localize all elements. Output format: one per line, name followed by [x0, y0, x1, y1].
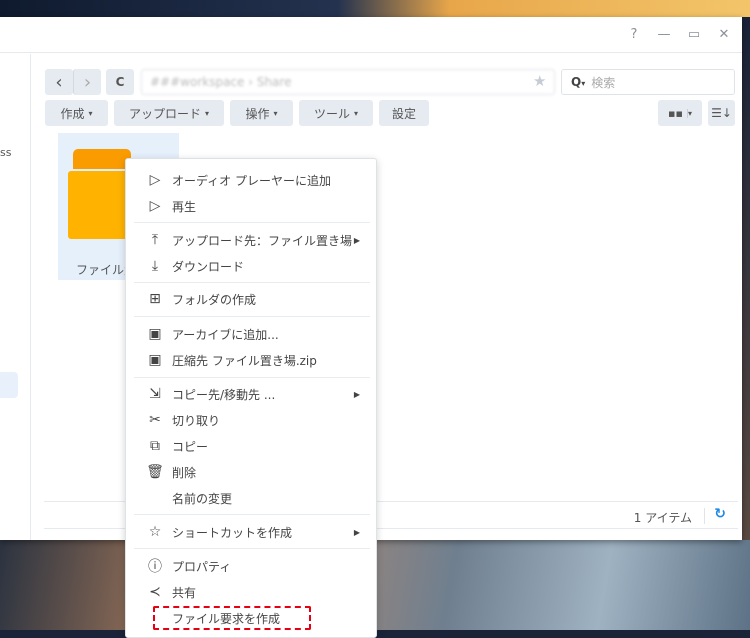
compress-to-zip-icon: ▣	[148, 352, 162, 368]
menu-item-label: ショートカットを作成	[172, 525, 293, 540]
grid-view-icon: ▪▪	[668, 106, 683, 120]
menu-separator	[134, 377, 370, 378]
menu-item-copy-move-to[interactable]: ⇲ コピー先/移動先 ... ▶	[126, 381, 376, 407]
action-button[interactable]: 操作 ▾	[230, 100, 293, 126]
menu-item-label: ダウンロード	[172, 259, 245, 274]
menu-item-create-shortcut[interactable]: ☆ ショートカットを作成 ▶	[126, 519, 376, 545]
menu-item-download[interactable]: ⤓ ダウンロード	[126, 253, 376, 279]
sidebar-item-label[interactable]: ss	[0, 146, 11, 159]
favorite-star-icon[interactable]: ★	[533, 72, 546, 90]
menu-item-copy[interactable]: ⧉ コピー	[126, 433, 376, 459]
search-icon[interactable]: Q▾	[571, 75, 585, 89]
play-icon: ▷	[149, 198, 161, 214]
menu-separator	[134, 514, 370, 515]
chevron-down-icon: ▾	[88, 108, 93, 118]
menu-item-label: アップロード先：ファイル置き場	[172, 233, 353, 248]
search-placeholder: 検索	[591, 75, 616, 90]
sidebar: ss	[0, 54, 31, 540]
desktop-wallpaper-top	[0, 0, 750, 17]
menu-item-add-to-archive[interactable]: ▣ アーカイブに追加...	[126, 321, 376, 347]
menu-item-label: コピー	[172, 439, 209, 454]
menu-item-add-to-audio-player[interactable]: ▷ オーディオ プレーヤーに追加	[126, 167, 376, 193]
tools-button[interactable]: ツール ▾	[299, 100, 373, 126]
submenu-arrow-icon: ▶	[353, 389, 360, 399]
refresh-button[interactable]: C	[106, 69, 134, 95]
menu-item-label: 名前の変更	[172, 491, 233, 506]
divider	[704, 508, 705, 524]
menu-item-play[interactable]: ▷ 再生	[126, 193, 376, 219]
menu-item-rename[interactable]: 名前の変更	[126, 485, 376, 511]
menu-item-label: 削除	[172, 465, 197, 480]
copy-icon: ⧉	[150, 438, 160, 454]
download-icon: ⤓	[151, 258, 159, 274]
view-mode-button[interactable]: ▪▪ ▾	[658, 100, 702, 126]
settings-button[interactable]: 設定	[379, 100, 429, 126]
menu-separator	[134, 316, 370, 317]
menu-separator	[134, 548, 370, 549]
sort-button[interactable]: ☰↓	[708, 100, 735, 126]
chevron-down-icon: ▾	[273, 108, 278, 118]
menu-separator	[134, 222, 370, 223]
create-folder-icon: ⊞	[149, 291, 161, 307]
chevron-down-icon: ▾	[686, 108, 692, 118]
refresh-icon[interactable]: ↻	[714, 506, 726, 522]
item-count: 1 アイテム	[633, 511, 692, 525]
minimize-icon[interactable]: —	[656, 27, 672, 42]
menu-item-delete[interactable]: 🗑 削除	[126, 459, 376, 485]
upload-label: アップロード	[128, 106, 201, 121]
menu-item-label: 再生	[172, 199, 197, 214]
path-bar[interactable]: ###workspace › Share	[141, 69, 555, 95]
back-button[interactable]: ‹	[45, 69, 73, 95]
upload-button[interactable]: アップロード ▾	[114, 100, 224, 126]
close-icon[interactable]: ✕	[716, 27, 732, 42]
menu-item-label: オーディオ プレーヤーに追加	[172, 173, 331, 188]
submenu-arrow-icon: ▶	[353, 235, 360, 245]
copy-move-to-icon: ⇲	[149, 386, 161, 402]
menu-item-label: プロパティ	[172, 559, 232, 574]
create-label: 作成	[60, 106, 85, 121]
highlight-annotation-box	[153, 606, 311, 630]
title-bar: ? — ▭ ✕	[0, 17, 742, 53]
action-label: 操作	[245, 106, 270, 121]
sidebar-item-selected[interactable]	[0, 372, 18, 398]
menu-item-upload-to[interactable]: ⤒ アップロード先：ファイル置き場 ▶	[126, 227, 376, 253]
tools-label: ツール	[313, 106, 350, 121]
submenu-arrow-icon: ▶	[353, 527, 360, 537]
properties-icon: ⓘ	[148, 559, 162, 575]
create-button[interactable]: 作成 ▾	[45, 100, 108, 126]
menu-item-label: 圧縮先 ファイル置き場.zip	[172, 353, 317, 368]
maximize-icon[interactable]: ▭	[686, 27, 702, 42]
sort-icon: ☰↓	[711, 106, 732, 120]
upload-to-icon: ⤒	[151, 232, 159, 248]
forward-button[interactable]: ›	[73, 69, 101, 95]
menu-item-label: 共有	[172, 585, 197, 600]
chevron-down-icon: ▾	[205, 108, 210, 118]
menu-item-label: 切り取り	[172, 413, 221, 428]
add-to-archive-icon: ▣	[148, 326, 162, 342]
delete-icon: 🗑	[146, 464, 164, 480]
context-menu: ▷ オーディオ プレーヤーに追加 ▷ 再生 ⤒ アップロード先：ファイル置き場 ▶ ⤓ ダウンロ…	[125, 158, 377, 638]
search-input[interactable]: Q▾ 検索	[561, 69, 735, 95]
create-shortcut-icon: ☆	[148, 524, 162, 540]
menu-item-label: フォルダの作成	[172, 292, 257, 307]
chevron-down-icon: ▾	[354, 108, 359, 118]
menu-item-create-folder[interactable]: ⊞ フォルダの作成	[126, 286, 376, 312]
menu-item-cut[interactable]: ✂ 切り取り	[126, 407, 376, 433]
menu-item-label: アーカイブに追加...	[172, 327, 279, 342]
share-icon: ≺	[149, 584, 161, 600]
add-to-audio-player-icon: ▷	[149, 172, 161, 188]
help-icon[interactable]: ?	[626, 27, 642, 42]
menu-item-label: コピー先/移動先 ...	[172, 387, 276, 402]
menu-item-properties[interactable]: ⓘ プロパティ	[126, 553, 376, 579]
menu-item-compress-to-zip[interactable]: ▣ 圧縮先 ファイル置き場.zip	[126, 347, 376, 373]
folder-icon	[73, 149, 131, 169]
cut-icon: ✂	[149, 412, 161, 428]
menu-item-share[interactable]: ≺ 共有	[126, 579, 376, 605]
menu-separator	[134, 282, 370, 283]
